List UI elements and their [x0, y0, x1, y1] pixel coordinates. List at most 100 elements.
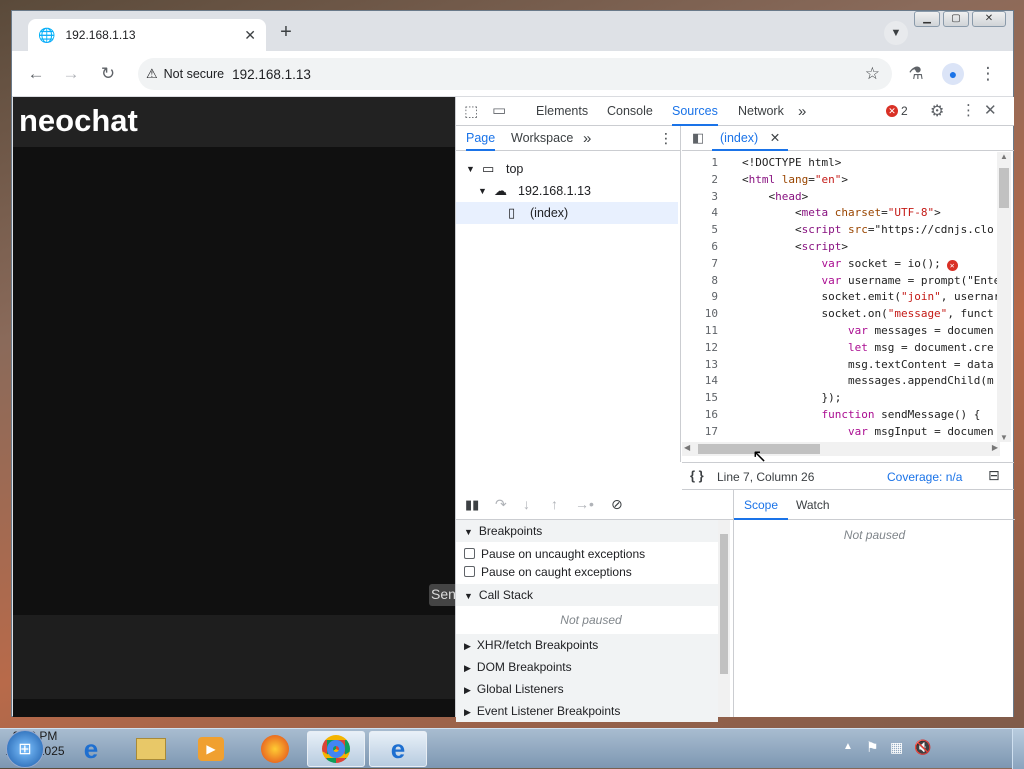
code-line[interactable]: 3 <head> — [682, 188, 994, 205]
tab-elements[interactable]: Elements — [536, 97, 588, 126]
tree-item-file[interactable]: ▯ (index) — [456, 202, 678, 224]
menu-kebab-icon[interactable]: ⋮ — [977, 63, 999, 85]
browser-tab[interactable]: 🌐 192.168.1.13 ✕ — [28, 19, 266, 51]
step-into-icon[interactable]: ↓ — [523, 496, 530, 512]
code-line[interactable]: 13 msg.textContent = data — [682, 356, 994, 373]
pretty-print-icon[interactable]: { } — [690, 468, 704, 483]
devtools-menu-icon[interactable]: ⋮ — [961, 101, 976, 119]
more-tabs-chevron-icon[interactable]: » — [798, 97, 806, 126]
code-line[interactable]: 16 function sendMessage() { — [682, 406, 994, 423]
line-number[interactable]: 1 — [682, 154, 718, 171]
global-listeners-header[interactable]: ▶ Global Listeners — [456, 678, 718, 700]
toggle-navigator-icon[interactable]: ◧ — [692, 130, 704, 146]
tray-network-icon[interactable]: ▦ — [890, 739, 903, 756]
tab-scope[interactable]: Scope — [734, 490, 789, 520]
tray-flag-icon[interactable]: ⚑ — [866, 739, 879, 756]
line-number[interactable]: 9 — [682, 288, 718, 305]
code-line[interactable]: 2 <html lang="en"> — [682, 171, 994, 188]
minimize-button[interactable]: ▁ — [914, 11, 940, 27]
tray-volume-muted-icon[interactable]: 🔇 — [914, 739, 931, 756]
tab-console[interactable]: Console — [607, 97, 653, 126]
dom-breakpoints-header[interactable]: ▶ DOM Breakpoints — [456, 656, 718, 678]
event-listener-breakpoints-header[interactable]: ▶ Event Listener Breakpoints — [456, 700, 718, 722]
line-number[interactable]: 2 — [682, 171, 718, 188]
pause-caught-checkbox[interactable] — [464, 566, 475, 577]
taskbar-explorer-icon[interactable] — [122, 731, 180, 767]
sidebar-scrollbar[interactable] — [718, 520, 730, 717]
line-number[interactable]: 7 — [682, 255, 718, 272]
inspect-element-icon[interactable]: ⬚ — [464, 102, 478, 120]
sidebar-scroll-thumb[interactable] — [720, 534, 728, 674]
error-counter[interactable]: ✕ 2 — [886, 104, 908, 118]
code-line[interactable]: 7 var socket = io(); ✕ — [682, 255, 994, 272]
tab-sources[interactable]: Sources — [672, 97, 718, 126]
tray-expand-icon[interactable]: ▲ — [843, 741, 853, 752]
code-line[interactable]: 1 <!DOCTYPE html> — [682, 154, 994, 171]
code-line[interactable]: 12 let msg = document.cre — [682, 339, 994, 356]
horizontal-scrollbar[interactable]: ◀ ▶ — [682, 442, 1000, 456]
tab-workspace[interactable]: Workspace — [511, 126, 573, 151]
reload-icon[interactable]: ↻ — [97, 63, 119, 85]
line-number[interactable]: 10 — [682, 305, 718, 322]
close-editor-tab-icon[interactable]: ✕ — [770, 131, 780, 145]
line-number[interactable]: 8 — [682, 272, 718, 289]
coverage-link[interactable]: Coverage: n/a — [887, 470, 962, 484]
settings-gear-icon[interactable]: ⚙ — [930, 101, 944, 121]
tab-page[interactable]: Page — [466, 126, 496, 151]
step-over-icon[interactable]: ↷ — [495, 496, 507, 513]
tree-item-host[interactable]: ▼ ☁ 192.168.1.13 — [456, 180, 678, 202]
line-number[interactable]: 6 — [682, 238, 718, 255]
code-line[interactable]: 6 <script> — [682, 238, 994, 255]
code-line[interactable]: 11 var messages = documen — [682, 322, 994, 339]
message-input-area[interactable] — [13, 615, 455, 699]
step-icon[interactable]: →• — [575, 496, 594, 512]
xhr-breakpoints-header[interactable]: ▶ XHR/fetch Breakpoints — [456, 634, 718, 656]
start-button-icon[interactable]: ⊞ — [6, 730, 44, 768]
taskbar-chrome-icon[interactable] — [307, 731, 365, 767]
show-desktop-button[interactable] — [1012, 729, 1024, 769]
code-line[interactable]: 9 socket.emit("join", usernar — [682, 288, 1000, 305]
tab-search-button[interactable]: ▼ — [884, 21, 908, 45]
maximize-button[interactable]: ▢ — [943, 11, 969, 27]
code-line[interactable]: 4 <meta charset="UTF-8"> — [682, 204, 994, 221]
line-number[interactable]: 15 — [682, 389, 718, 406]
inline-error-icon[interactable]: ✕ — [946, 259, 958, 271]
code-line[interactable]: 14 messages.appendChild(m — [682, 372, 994, 389]
profile-avatar-icon[interactable]: ● — [942, 63, 964, 85]
code-view[interactable]: 1 <!DOCTYPE html> 2 <html lang="en"> 3 <head… — [682, 152, 1014, 442]
taskbar-internet-explorer-active-icon[interactable]: e — [369, 731, 427, 767]
new-tab-button[interactable]: + — [274, 21, 298, 45]
line-number[interactable]: 11 — [682, 322, 718, 339]
tab-network[interactable]: Network — [738, 97, 784, 126]
forward-icon[interactable]: → — [60, 63, 82, 85]
line-number[interactable]: 4 — [682, 204, 718, 221]
line-number[interactable]: 17 — [682, 423, 718, 440]
more-nav-tabs-icon[interactable]: » — [583, 126, 591, 151]
pause-icon[interactable]: ▮▮ — [465, 497, 479, 513]
line-number[interactable]: 12 — [682, 339, 718, 356]
code-line[interactable]: 15 }); — [682, 389, 994, 406]
taskbar-media-player-icon[interactable]: ▶ — [182, 731, 240, 767]
bookmark-star-icon[interactable]: ☆ — [865, 64, 880, 84]
tree-item-top[interactable]: ▼ ▭ top — [456, 158, 678, 180]
editor-tab-index[interactable]: (index) ✕ — [712, 126, 789, 151]
taskbar-firefox-icon[interactable] — [246, 731, 304, 767]
navigator-menu-icon[interactable]: ⋮ — [659, 126, 673, 151]
line-number[interactable]: 5 — [682, 221, 718, 238]
url-text[interactable]: 192.168.1.13 — [232, 67, 311, 82]
line-number[interactable]: 13 — [682, 356, 718, 373]
labs-flask-icon[interactable]: ⚗ — [905, 63, 927, 85]
code-line[interactable]: 5 <script src="https://cdnjs.clo — [682, 221, 994, 238]
code-line[interactable]: 17 var msgInput = documen — [682, 423, 994, 440]
tab-watch[interactable]: Watch — [796, 490, 830, 520]
code-line[interactable]: 8 var username = prompt("Ente — [682, 272, 1000, 289]
callstack-section-header[interactable]: ▼ Call Stack — [456, 584, 718, 606]
taskbar-internet-explorer-icon[interactable]: e — [62, 731, 120, 767]
not-secure-chip[interactable]: ⚠ Not secure — [146, 66, 224, 82]
pause-uncaught-checkbox[interactable] — [464, 548, 475, 559]
vertical-scrollbar[interactable]: ▲ ▼ — [997, 152, 1011, 442]
close-tab-icon[interactable]: ✕ — [244, 27, 256, 44]
code-line[interactable]: 10 socket.on("message", funct — [682, 305, 994, 322]
close-devtools-icon[interactable]: ✕ — [984, 101, 997, 119]
address-bar[interactable]: ⚠ Not secure 192.168.1.13 ☆ — [138, 58, 892, 90]
